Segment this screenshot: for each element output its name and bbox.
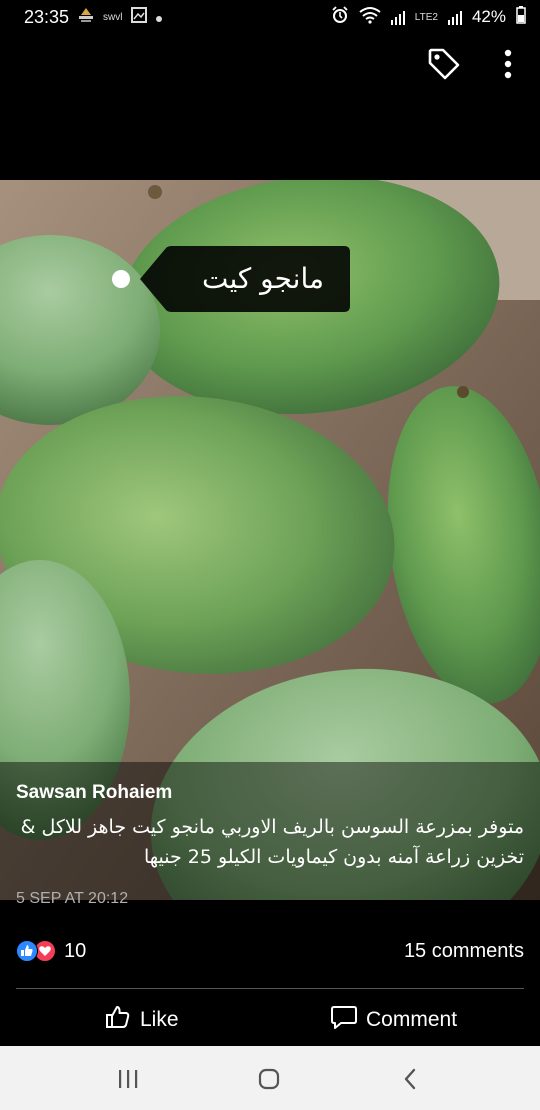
signal-1-icon <box>390 9 405 25</box>
reactions-summary[interactable]: 10 <box>16 936 86 966</box>
comment-bubble-icon <box>330 1003 358 1037</box>
comment-label: Comment <box>366 1008 458 1031</box>
back-icon[interactable] <box>393 1062 427 1096</box>
comment-button[interactable]: Comment <box>330 996 457 1044</box>
like-button[interactable]: Like <box>104 996 179 1044</box>
battery-percent: 42% <box>471 7 506 26</box>
thumbs-up-icon <box>104 1003 132 1037</box>
system-nav-bar <box>0 1046 540 1110</box>
post-timestamp: 5 SEP AT 20:12 <box>16 890 129 907</box>
app-notification-icon <box>77 7 95 28</box>
carrier-notification-icon: swvl <box>103 11 123 23</box>
like-reaction-icon <box>16 940 38 962</box>
more-vertical-icon[interactable] <box>498 48 518 82</box>
post-action-bar: Like Comment <box>0 996 540 1044</box>
photo-tag-dot <box>112 270 130 288</box>
network-type-label: LTE2 <box>414 11 438 23</box>
post-author[interactable]: Sawsan Rohaiem <box>16 782 524 804</box>
comments-count-link[interactable]: 15 comments <box>404 936 524 966</box>
like-label: Like <box>140 1008 179 1031</box>
status-time: 23:35 <box>24 6 70 27</box>
divider <box>16 988 524 989</box>
photo-tag-text: مانجو كيت <box>201 262 325 295</box>
photo-tag-label[interactable]: مانجو كيت <box>140 246 350 312</box>
post-text: متوفر بمزرعة السوسن بالريف الاوربي مانجو… <box>20 816 524 868</box>
home-icon[interactable] <box>252 1062 286 1096</box>
post-caption: Sawsan Rohaiem متوفر بمزرعة السوسن بالري… <box>0 762 540 900</box>
recents-icon[interactable] <box>111 1062 145 1096</box>
reaction-count: 10 <box>64 939 87 962</box>
battery-icon <box>516 5 526 29</box>
alarm-icon <box>331 5 349 29</box>
signal-2-icon <box>447 9 462 25</box>
gallery-notification-icon <box>130 6 147 28</box>
tag-icon[interactable] <box>424 44 464 84</box>
notification-dot-icon <box>155 7 163 28</box>
status-bar: 23:35 swvl LTE2 42% <box>0 0 540 34</box>
wifi-icon <box>359 6 381 29</box>
